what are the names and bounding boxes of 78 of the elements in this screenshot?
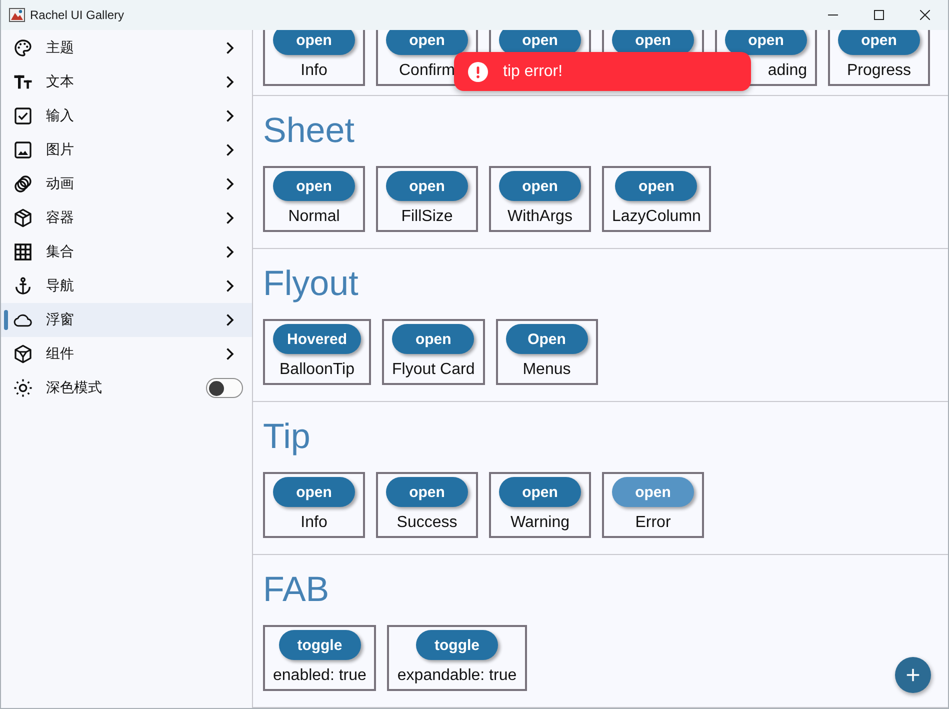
- card-label: Normal: [288, 207, 340, 227]
- section-heading: Sheet: [263, 111, 356, 151]
- toast-message: tip error!: [503, 62, 563, 80]
- card-label: Flyout Card: [392, 360, 475, 380]
- open-button[interactable]: open: [386, 477, 468, 507]
- sidebar-item[interactable]: 输入: [1, 99, 252, 133]
- window-title: Rachel UI Gallery: [30, 8, 124, 22]
- card-label: FillSize: [401, 207, 453, 227]
- sidebar-item[interactable]: 动画: [1, 167, 252, 201]
- card-label: WithArgs: [508, 207, 572, 227]
- rings-icon: [13, 174, 33, 194]
- chevron-icon: [225, 313, 234, 327]
- image-icon: [13, 140, 33, 160]
- card-label: Menus: [522, 360, 571, 380]
- sidebar-item[interactable]: 组件: [1, 337, 252, 371]
- open-button[interactable]: open: [615, 171, 698, 201]
- selection-indicator: [4, 310, 8, 330]
- chevron-icon: [225, 279, 234, 293]
- card-label: Error: [635, 513, 671, 533]
- chevron-icon: [225, 245, 234, 259]
- open-button[interactable]: open: [273, 171, 355, 201]
- open-button[interactable]: open: [392, 324, 474, 354]
- card-label: expandable: true: [397, 666, 517, 686]
- app-icon: [9, 7, 25, 23]
- chevron-icon: [225, 109, 234, 123]
- card-label: Success: [396, 513, 458, 533]
- grid-icon: [13, 242, 33, 262]
- open-button[interactable]: open: [499, 477, 581, 507]
- chevron-icon: [225, 41, 234, 55]
- hexagon-icon: [13, 344, 33, 364]
- sidebar-item[interactable]: 文本: [1, 65, 252, 99]
- card-label: BalloonTip: [280, 360, 355, 380]
- sidebar-item[interactable]: 主题: [1, 31, 252, 65]
- open-button[interactable]: open: [612, 477, 694, 507]
- open-button[interactable]: Open: [506, 324, 588, 354]
- section-heading: Flyout: [263, 264, 360, 304]
- open-button[interactable]: toggle: [278, 630, 361, 660]
- chevron-icon: [225, 75, 234, 89]
- open-button[interactable]: open: [273, 477, 355, 507]
- sidebar-item[interactable]: 导航: [1, 269, 252, 303]
- open-button[interactable]: toggle: [416, 630, 498, 660]
- open-button[interactable]: open: [838, 30, 920, 55]
- toggle-switch[interactable]: [206, 378, 243, 398]
- chevron-icon: [225, 211, 234, 225]
- chevron-icon: [225, 177, 234, 191]
- sidebar-label: 深色模式: [46, 379, 102, 397]
- open-button[interactable]: open: [725, 30, 807, 55]
- error-icon: [468, 62, 488, 82]
- sidebar-item[interactable]: 图片: [1, 133, 252, 167]
- section-heading: FAB: [263, 570, 330, 610]
- open-button[interactable]: Hovered: [273, 324, 362, 354]
- chevron-icon: [225, 347, 234, 361]
- card-label: Info: [300, 513, 328, 533]
- open-button[interactable]: open: [386, 171, 468, 201]
- section-heading: Tip: [263, 417, 312, 457]
- maximize-icon: [874, 10, 884, 20]
- card-label: LazyColumn: [612, 207, 701, 227]
- open-button[interactable]: open: [386, 30, 468, 55]
- cube-icon: [13, 208, 33, 228]
- card-label: Info: [300, 61, 328, 81]
- fab-button[interactable]: [895, 657, 931, 693]
- card-label: Warning: [510, 513, 570, 533]
- palette-icon: [13, 38, 33, 58]
- card-label: Confirm: [398, 61, 455, 81]
- open-button[interactable]: open: [273, 30, 355, 55]
- sun-icon: [13, 378, 33, 398]
- card-label: ading: [768, 61, 807, 81]
- card-label: Progress: [846, 61, 912, 81]
- anchor-icon: [13, 276, 33, 296]
- close-icon: [920, 10, 930, 20]
- plus-icon: [906, 668, 920, 682]
- open-button[interactable]: open: [499, 171, 581, 201]
- sidebar-item[interactable]: 浮窗: [1, 303, 252, 337]
- chevron-icon: [225, 143, 234, 157]
- card-label: enabled: true: [273, 666, 366, 686]
- sidebar-item[interactable]: 集合: [1, 235, 252, 269]
- checkbox-icon: [13, 106, 33, 126]
- sidebar-item[interactable]: 容器: [1, 201, 252, 235]
